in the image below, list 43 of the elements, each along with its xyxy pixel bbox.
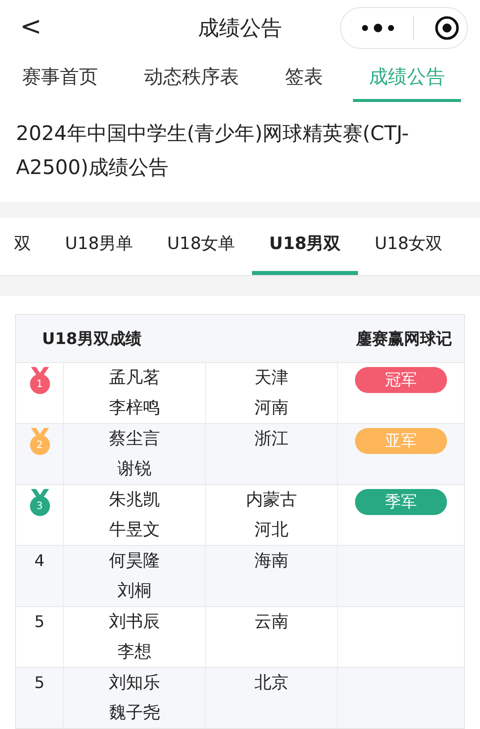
province-name: 内蒙古 bbox=[246, 489, 297, 512]
player-name: 蔡尘言 bbox=[109, 428, 160, 451]
rank-number: 5 bbox=[34, 672, 45, 694]
rank-number: 4 bbox=[34, 550, 45, 572]
rank-number: 5 bbox=[34, 611, 45, 633]
player-name: 孟凡茗 bbox=[109, 367, 160, 390]
province-name: 海南 bbox=[254, 550, 288, 573]
event-tab[interactable]: U18女单 bbox=[150, 218, 252, 275]
player-name: 谢锐 bbox=[118, 458, 152, 481]
province-name: 云南 bbox=[254, 611, 288, 634]
nav-tab[interactable]: 赛事首页 bbox=[6, 56, 114, 102]
province-name: 北京 bbox=[254, 672, 288, 695]
rank-medal: 3 bbox=[28, 489, 50, 517]
province-name: 河南 bbox=[254, 397, 288, 420]
rank-medal: 1 bbox=[28, 367, 50, 395]
player-name: 李梓鸣 bbox=[109, 397, 160, 420]
more-icon[interactable] bbox=[361, 23, 395, 33]
back-button[interactable]: < bbox=[16, 8, 46, 47]
event-tab[interactable]: U18男单 bbox=[48, 218, 150, 275]
player-name: 刘桐 bbox=[118, 580, 152, 603]
nav-tab[interactable]: 签表 bbox=[269, 56, 339, 102]
award-badge: 季军 bbox=[355, 489, 447, 515]
award-badge: 亚军 bbox=[355, 428, 447, 454]
player-name: 魏子尧 bbox=[109, 702, 160, 725]
player-name: 牛昱文 bbox=[109, 519, 160, 542]
player-name: 何昊隆 bbox=[109, 550, 160, 573]
table-title: U18男双成绩 bbox=[42, 328, 142, 350]
award-badge: 冠军 bbox=[355, 367, 447, 393]
player-name: 朱兆凯 bbox=[109, 489, 160, 512]
province-name: 河北 bbox=[254, 519, 288, 542]
brand-label: 鏖赛赢网球记 bbox=[356, 328, 452, 350]
player-name: 李想 bbox=[118, 641, 152, 664]
event-tab[interactable]: U18女双 bbox=[358, 218, 460, 275]
close-icon[interactable] bbox=[434, 15, 460, 41]
page-title: 成绩公告 bbox=[197, 15, 283, 42]
announcement-title: 2024年中国中学生(青少年)网球精英赛(CTJ-A2500)成绩公告 bbox=[15, 120, 410, 181]
player-name: 刘知乐 bbox=[109, 672, 160, 695]
province-name: 天津 bbox=[254, 367, 288, 390]
nav-tab[interactable]: 动态秩序表 bbox=[128, 56, 255, 102]
rank-medal: 2 bbox=[28, 428, 50, 456]
player-name: 刘书辰 bbox=[109, 611, 160, 634]
province-name: 浙江 bbox=[254, 428, 288, 451]
event-tab[interactable]: 双 bbox=[0, 218, 48, 275]
